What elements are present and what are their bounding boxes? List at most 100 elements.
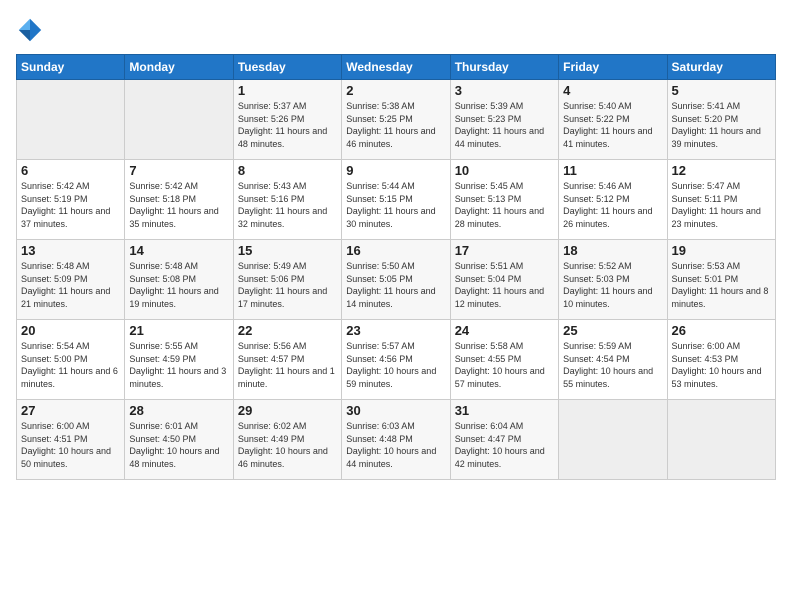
- calendar-cell: [17, 80, 125, 160]
- calendar-week-row: 1Sunrise: 5:37 AM Sunset: 5:26 PM Daylig…: [17, 80, 776, 160]
- calendar-header: SundayMondayTuesdayWednesdayThursdayFrid…: [17, 55, 776, 80]
- calendar-cell: 11Sunrise: 5:46 AM Sunset: 5:12 PM Dayli…: [559, 160, 667, 240]
- calendar-cell: 19Sunrise: 5:53 AM Sunset: 5:01 PM Dayli…: [667, 240, 775, 320]
- header-row: SundayMondayTuesdayWednesdayThursdayFrid…: [17, 55, 776, 80]
- calendar-cell: 4 Sunrise: 5:40 AM Sunset: 5:22 PM Daylig…: [559, 80, 667, 160]
- day-number: 1: [238, 83, 337, 98]
- day-info: Sunrise: 5:40 AM Sunset: 5:22 PM Dayligh…: [563, 100, 662, 150]
- day-info: Sunrise: 5:44 AM Sunset: 5:15 PM Dayligh…: [346, 180, 445, 230]
- calendar-week-row: 27Sunrise: 6:00 AM Sunset: 4:51 PM Dayli…: [17, 400, 776, 480]
- day-info: Sunrise: 6:04 AM Sunset: 4:47 PM Dayligh…: [455, 420, 554, 470]
- day-info: Sunrise: 5:48 AM Sunset: 5:08 PM Dayligh…: [129, 260, 228, 310]
- day-number: 14: [129, 243, 228, 258]
- calendar-week-row: 20Sunrise: 5:54 AM Sunset: 5:00 PM Dayli…: [17, 320, 776, 400]
- day-number: 26: [672, 323, 771, 338]
- logo-icon: [16, 16, 44, 44]
- day-number: 10: [455, 163, 554, 178]
- calendar-cell: 9 Sunrise: 5:44 AM Sunset: 5:15 PM Daylig…: [342, 160, 450, 240]
- day-info: Sunrise: 6:00 AM Sunset: 4:51 PM Dayligh…: [21, 420, 120, 470]
- calendar-cell: 5 Sunrise: 5:41 AM Sunset: 5:20 PM Daylig…: [667, 80, 775, 160]
- calendar-cell: 10 Sunrise: 5:45 AM Sunset: 5:13 PM Dayli…: [450, 160, 558, 240]
- day-number: 4: [563, 83, 662, 98]
- calendar-table: SundayMondayTuesdayWednesdayThursdayFrid…: [16, 54, 776, 480]
- day-number: 8: [238, 163, 337, 178]
- day-number: 2: [346, 83, 445, 98]
- day-of-week-header: Sunday: [17, 55, 125, 80]
- day-info: Sunrise: 5:38 AM Sunset: 5:25 PM Dayligh…: [346, 100, 445, 150]
- calendar-cell: 26 Sunrise: 6:00 AM Sunset: 4:53 PM Dayli…: [667, 320, 775, 400]
- day-info: Sunrise: 5:43 AM Sunset: 5:16 PM Dayligh…: [238, 180, 337, 230]
- day-number: 3: [455, 83, 554, 98]
- calendar-cell: 24 Sunrise: 5:58 AM Sunset: 4:55 PM Dayli…: [450, 320, 558, 400]
- calendar-cell: 17 Sunrise: 5:51 AM Sunset: 5:04 PM Dayli…: [450, 240, 558, 320]
- day-of-week-header: Wednesday: [342, 55, 450, 80]
- calendar-cell: 7Sunrise: 5:42 AM Sunset: 5:18 PM Daylig…: [125, 160, 233, 240]
- day-info: Sunrise: 6:02 AM Sunset: 4:49 PM Dayligh…: [238, 420, 337, 470]
- day-info: Sunrise: 5:42 AM Sunset: 5:19 PM Dayligh…: [21, 180, 120, 230]
- calendar-cell: [559, 400, 667, 480]
- calendar-cell: 13 Sunrise: 5:48 AM Sunset: 5:09 PM Dayli…: [17, 240, 125, 320]
- day-info: Sunrise: 6:01 AM Sunset: 4:50 PM Dayligh…: [129, 420, 228, 470]
- calendar-cell: 21 Sunrise: 5:55 AM Sunset: 4:59 PM Dayli…: [125, 320, 233, 400]
- day-of-week-header: Tuesday: [233, 55, 341, 80]
- day-number: 9: [346, 163, 445, 178]
- day-number: 17: [455, 243, 554, 258]
- day-info: Sunrise: 5:47 AM Sunset: 5:11 PM Dayligh…: [672, 180, 771, 230]
- day-info: Sunrise: 5:58 AM Sunset: 4:55 PM Dayligh…: [455, 340, 554, 390]
- day-info: Sunrise: 5:55 AM Sunset: 4:59 PM Dayligh…: [129, 340, 228, 390]
- day-info: Sunrise: 5:59 AM Sunset: 4:54 PM Dayligh…: [563, 340, 662, 390]
- day-number: 13: [21, 243, 120, 258]
- day-number: 22: [238, 323, 337, 338]
- calendar-cell: 28 Sunrise: 6:01 AM Sunset: 4:50 PM Dayli…: [125, 400, 233, 480]
- logo: [16, 16, 46, 44]
- day-number: 12: [672, 163, 771, 178]
- calendar-cell: 15 Sunrise: 5:49 AM Sunset: 5:06 PM Dayli…: [233, 240, 341, 320]
- calendar-cell: [125, 80, 233, 160]
- day-info: Sunrise: 5:52 AM Sunset: 5:03 PM Dayligh…: [563, 260, 662, 310]
- calendar-container: SundayMondayTuesdayWednesdayThursdayFrid…: [0, 0, 792, 488]
- calendar-cell: [667, 400, 775, 480]
- day-of-week-header: Thursday: [450, 55, 558, 80]
- day-of-week-header: Monday: [125, 55, 233, 80]
- calendar-cell: 30 Sunrise: 6:03 AM Sunset: 4:48 PM Dayli…: [342, 400, 450, 480]
- day-info: Sunrise: 5:51 AM Sunset: 5:04 PM Dayligh…: [455, 260, 554, 310]
- day-number: 25: [563, 323, 662, 338]
- day-info: Sunrise: 5:48 AM Sunset: 5:09 PM Dayligh…: [21, 260, 120, 310]
- calendar-body: 1Sunrise: 5:37 AM Sunset: 5:26 PM Daylig…: [17, 80, 776, 480]
- calendar-cell: 23Sunrise: 5:57 AM Sunset: 4:56 PM Dayli…: [342, 320, 450, 400]
- header: [16, 16, 776, 44]
- calendar-cell: 3 Sunrise: 5:39 AM Sunset: 5:23 PM Daylig…: [450, 80, 558, 160]
- calendar-cell: 25 Sunrise: 5:59 AM Sunset: 4:54 PM Dayli…: [559, 320, 667, 400]
- day-number: 21: [129, 323, 228, 338]
- day-number: 15: [238, 243, 337, 258]
- day-info: Sunrise: 5:39 AM Sunset: 5:23 PM Dayligh…: [455, 100, 554, 150]
- calendar-cell: 16Sunrise: 5:50 AM Sunset: 5:05 PM Dayli…: [342, 240, 450, 320]
- day-info: Sunrise: 5:56 AM Sunset: 4:57 PM Dayligh…: [238, 340, 337, 390]
- calendar-cell: 27Sunrise: 6:00 AM Sunset: 4:51 PM Dayli…: [17, 400, 125, 480]
- calendar-cell: 14 Sunrise: 5:48 AM Sunset: 5:08 PM Dayli…: [125, 240, 233, 320]
- day-number: 28: [129, 403, 228, 418]
- day-number: 24: [455, 323, 554, 338]
- calendar-week-row: 13 Sunrise: 5:48 AM Sunset: 5:09 PM Dayli…: [17, 240, 776, 320]
- day-info: Sunrise: 6:03 AM Sunset: 4:48 PM Dayligh…: [346, 420, 445, 470]
- day-info: Sunrise: 5:41 AM Sunset: 5:20 PM Dayligh…: [672, 100, 771, 150]
- day-info: Sunrise: 5:46 AM Sunset: 5:12 PM Dayligh…: [563, 180, 662, 230]
- day-of-week-header: Saturday: [667, 55, 775, 80]
- day-number: 31: [455, 403, 554, 418]
- day-info: Sunrise: 5:45 AM Sunset: 5:13 PM Dayligh…: [455, 180, 554, 230]
- day-number: 19: [672, 243, 771, 258]
- calendar-cell: 18 Sunrise: 5:52 AM Sunset: 5:03 PM Dayli…: [559, 240, 667, 320]
- day-info: Sunrise: 6:00 AM Sunset: 4:53 PM Dayligh…: [672, 340, 771, 390]
- day-info: Sunrise: 5:49 AM Sunset: 5:06 PM Dayligh…: [238, 260, 337, 310]
- day-number: 30: [346, 403, 445, 418]
- day-number: 29: [238, 403, 337, 418]
- calendar-cell: 20Sunrise: 5:54 AM Sunset: 5:00 PM Dayli…: [17, 320, 125, 400]
- day-number: 23: [346, 323, 445, 338]
- day-number: 5: [672, 83, 771, 98]
- day-number: 18: [563, 243, 662, 258]
- calendar-week-row: 6Sunrise: 5:42 AM Sunset: 5:19 PM Daylig…: [17, 160, 776, 240]
- calendar-cell: 1Sunrise: 5:37 AM Sunset: 5:26 PM Daylig…: [233, 80, 341, 160]
- day-of-week-header: Friday: [559, 55, 667, 80]
- day-info: Sunrise: 5:50 AM Sunset: 5:05 PM Dayligh…: [346, 260, 445, 310]
- calendar-cell: 31 Sunrise: 6:04 AM Sunset: 4:47 PM Dayli…: [450, 400, 558, 480]
